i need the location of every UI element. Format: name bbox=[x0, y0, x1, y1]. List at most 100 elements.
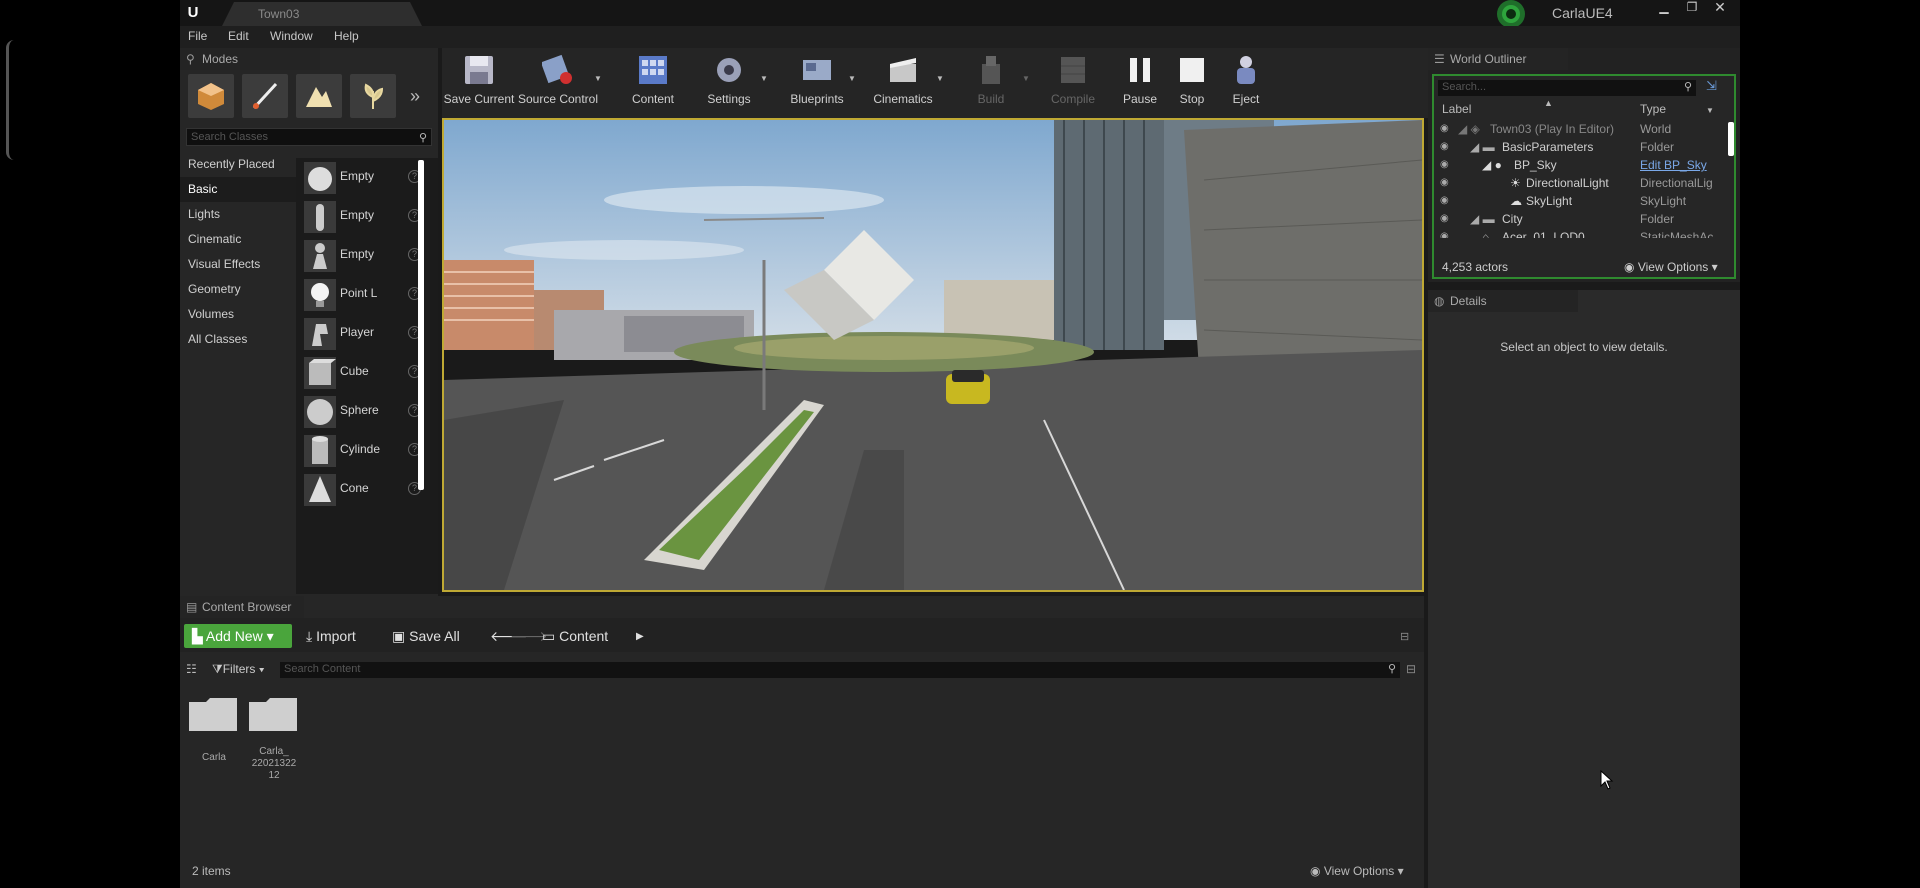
source-control-dropdown-icon[interactable]: ▼ bbox=[594, 74, 602, 83]
category-recently-placed[interactable]: Recently Placed bbox=[180, 152, 296, 177]
world-expand-icon[interactable]: ◢ ◈ bbox=[1458, 120, 1480, 138]
column-type[interactable]: Type bbox=[1640, 102, 1666, 116]
more-modes-icon[interactable]: » bbox=[410, 86, 420, 107]
blueprints-dropdown-icon[interactable]: ▼ bbox=[848, 74, 856, 83]
import-button[interactable]: ⤓ Import bbox=[306, 628, 356, 645]
category-cinematic[interactable]: Cinematic bbox=[180, 227, 296, 252]
edit-bp-sky-link[interactable]: Edit BP_Sky bbox=[1640, 156, 1728, 174]
compile-button[interactable]: Compile bbox=[1036, 48, 1110, 118]
path-next-icon[interactable]: ▶ bbox=[636, 631, 644, 642]
cylinder-icon bbox=[304, 435, 336, 467]
build-dropdown-icon[interactable]: ▼ bbox=[1022, 74, 1030, 83]
menu-help[interactable]: Help bbox=[334, 29, 359, 43]
asset-label: Sphere bbox=[340, 403, 379, 417]
menu-window[interactable]: Window bbox=[270, 29, 313, 43]
asset-empty-pawn[interactable]: Empty ? bbox=[296, 236, 426, 275]
category-volumes[interactable]: Volumes bbox=[180, 302, 296, 327]
outliner-search-input[interactable]: Search... ⚲ bbox=[1438, 80, 1696, 96]
add-new-label: Add New bbox=[205, 628, 263, 644]
stop-button[interactable]: Stop bbox=[1164, 48, 1220, 118]
asset-player-start[interactable]: Player ? bbox=[296, 314, 426, 353]
category-basic[interactable]: Basic bbox=[180, 177, 296, 202]
add-actor-icon[interactable]: ⇲ bbox=[1706, 78, 1717, 94]
maximize-icon[interactable]: ❐ bbox=[1678, 0, 1706, 16]
visibility-eye-icon[interactable]: ◉ bbox=[1440, 210, 1449, 228]
cinematics-button[interactable]: Cinematics bbox=[866, 48, 940, 118]
folder-carla[interactable]: Carla bbox=[186, 696, 240, 776]
eject-button[interactable]: Eject bbox=[1218, 48, 1274, 118]
path-content-breadcrumb[interactable]: ▭ Content bbox=[542, 628, 608, 645]
blueprints-button[interactable]: Blueprints bbox=[780, 48, 854, 118]
category-all-classes[interactable]: All Classes bbox=[180, 327, 296, 352]
cinematics-dropdown-icon[interactable]: ▼ bbox=[936, 74, 944, 83]
outliner-row[interactable]: ◉ ◢ ● BP_Sky Edit BP_Sky bbox=[1434, 156, 1726, 174]
asset-list-scrollbar[interactable] bbox=[418, 160, 424, 490]
asset-cone[interactable]: Cone ? bbox=[296, 470, 426, 509]
minimize-icon[interactable]: ▁ bbox=[1650, 0, 1678, 16]
folder-carla-timestamped[interactable]: Carla_ 22021322 12 bbox=[246, 696, 300, 781]
column-label[interactable]: Label bbox=[1442, 102, 1471, 116]
outliner-row[interactable]: ◉ ◢ ◈ Town03 (Play In Editor) World bbox=[1434, 120, 1726, 138]
content-view-options-button[interactable]: ◉ View Options ▾ bbox=[1310, 864, 1404, 878]
visibility-eye-icon[interactable]: ◉ bbox=[1440, 156, 1449, 174]
visibility-eye-icon[interactable]: ◉ bbox=[1440, 192, 1449, 210]
history-icon[interactable]: ⊟ bbox=[1406, 662, 1416, 676]
visibility-eye-icon[interactable]: ◉ bbox=[1440, 138, 1449, 156]
outliner-row[interactable]: ◉ ☀ DirectionalLight DirectionalLig bbox=[1434, 174, 1726, 192]
visibility-eye-icon[interactable]: ◉ bbox=[1440, 228, 1449, 238]
asset-empty-actor[interactable]: Empty ? bbox=[296, 158, 426, 197]
category-lights[interactable]: Lights bbox=[180, 202, 296, 227]
outliner-row[interactable]: ◉ ◢ ▬ BasicParameters Folder bbox=[1434, 138, 1726, 156]
asset-sphere[interactable]: Sphere ? bbox=[296, 392, 426, 431]
chevron-down-icon: ▾ bbox=[262, 628, 274, 644]
paint-mode-button[interactable] bbox=[242, 74, 288, 118]
world-outliner-tab[interactable]: ☰ World Outliner bbox=[1428, 48, 1568, 70]
source-control-label: Source Control bbox=[517, 92, 599, 106]
save-current-button[interactable]: Save Current bbox=[442, 48, 516, 118]
menu-file[interactable]: File bbox=[188, 29, 207, 43]
search-classes-placeholder: Search Classes bbox=[191, 131, 269, 143]
eye-icon: ◉ bbox=[1624, 260, 1638, 274]
content-button[interactable]: Content bbox=[616, 48, 690, 118]
world-outliner-title: World Outliner bbox=[1450, 52, 1527, 66]
outliner-row[interactable]: ◉ ◢ ▬ City Folder bbox=[1434, 210, 1726, 228]
sources-toggle-icon[interactable]: ☷ bbox=[186, 662, 197, 676]
modes-tab[interactable]: ⚲ Modes bbox=[180, 48, 320, 70]
outliner-row[interactable]: ◉ ☁ SkyLight SkyLight bbox=[1434, 192, 1726, 210]
search-content-input[interactable]: Search Content ⚲ bbox=[280, 662, 1400, 678]
search-classes-input[interactable]: Search Classes ⚲ bbox=[186, 128, 432, 146]
build-button[interactable]: Build bbox=[954, 48, 1028, 118]
visibility-eye-icon[interactable]: ◉ bbox=[1440, 174, 1449, 192]
save-all-button[interactable]: ▣ Save All bbox=[392, 628, 460, 645]
source-control-button[interactable]: Source Control bbox=[516, 48, 600, 118]
add-new-button[interactable]: ▙ Add New ▾ bbox=[184, 624, 292, 648]
place-mode-button[interactable] bbox=[188, 74, 234, 118]
settings-dropdown-icon[interactable]: ▼ bbox=[760, 74, 768, 83]
category-geometry[interactable]: Geometry bbox=[180, 277, 296, 302]
lock-icon[interactable]: ⊟ bbox=[1400, 630, 1409, 643]
menu-edit[interactable]: Edit bbox=[228, 29, 249, 43]
settings-button[interactable]: Settings bbox=[692, 48, 766, 118]
content-browser-tab[interactable]: ▤ Content Browser bbox=[180, 596, 304, 618]
asset-cylinder[interactable]: Cylinde ? bbox=[296, 431, 426, 470]
save-all-label: Save All bbox=[409, 628, 460, 644]
details-tab[interactable]: ◍ Details bbox=[1428, 290, 1578, 312]
outliner-row-type: StaticMeshAc bbox=[1640, 230, 1714, 238]
outliner-row[interactable]: ◉ ⌂ Acer_01_LOD0 StaticMeshAc bbox=[1434, 228, 1726, 238]
outliner-scrollbar[interactable] bbox=[1728, 122, 1734, 156]
visibility-eye-icon[interactable]: ◉ bbox=[1440, 120, 1449, 138]
asset-empty-character[interactable]: Empty ? bbox=[296, 197, 426, 236]
asset-label: Cone bbox=[340, 481, 369, 495]
category-visual-effects[interactable]: Visual Effects bbox=[180, 252, 296, 277]
column-type-dropdown-icon[interactable]: ▼ bbox=[1706, 106, 1714, 115]
asset-point-light[interactable]: Point L ? bbox=[296, 275, 426, 314]
pause-button[interactable]: Pause bbox=[1112, 48, 1168, 118]
foliage-mode-button[interactable] bbox=[350, 74, 396, 118]
landscape-mode-button[interactable] bbox=[296, 74, 342, 118]
level-viewport[interactable] bbox=[442, 118, 1424, 592]
asset-cube[interactable]: Cube ? bbox=[296, 353, 426, 392]
close-icon[interactable]: ✕ bbox=[1706, 0, 1734, 16]
filters-button[interactable]: ⧩Filters ▾ bbox=[212, 662, 265, 677]
outliner-view-options-button[interactable]: ◉ View Options ▾ bbox=[1624, 260, 1718, 274]
level-tab[interactable]: Town03 bbox=[222, 2, 422, 26]
